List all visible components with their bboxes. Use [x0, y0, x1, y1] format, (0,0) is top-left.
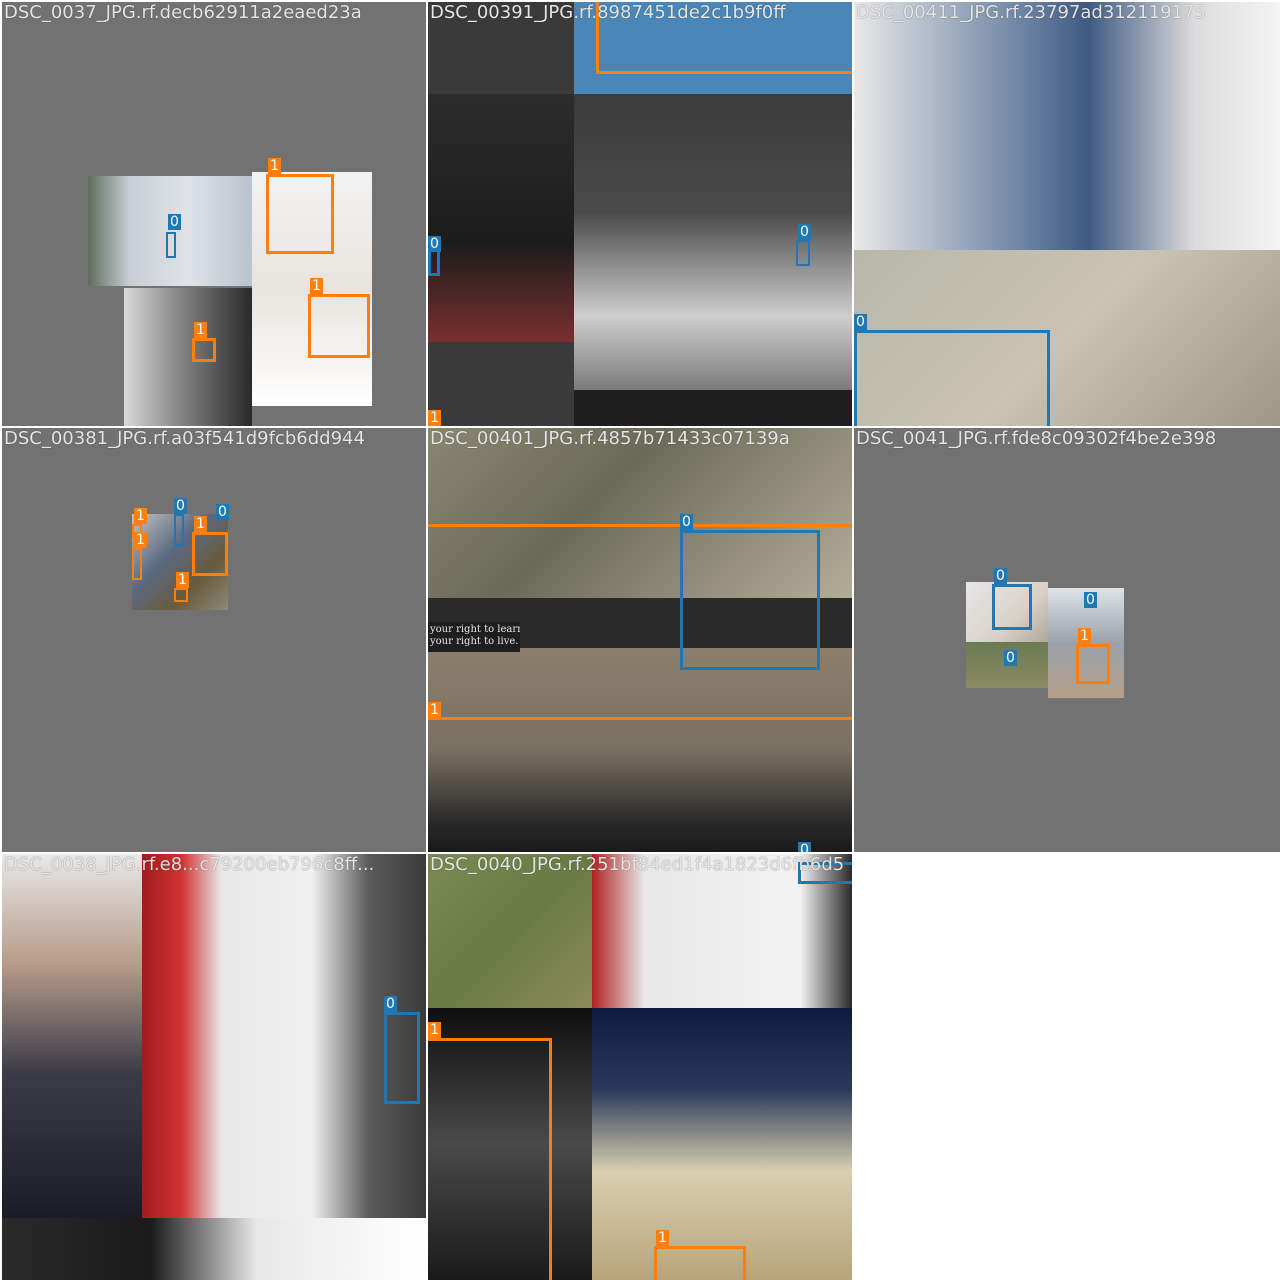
bbox-class-1: [428, 1038, 552, 1280]
tile-title: DSC_00401_JPG.rf.4857b71433c07139a: [430, 428, 790, 449]
bbox-class-0: [166, 232, 176, 258]
label-1: 1: [428, 1022, 441, 1038]
label-0: 0: [994, 568, 1007, 584]
mosaic-tile-4: DSC_00381_JPG.rf.a03f541d9fcb6dd944 1 1 …: [2, 428, 426, 852]
bbox-class-1: [1076, 644, 1110, 684]
label-1: 1: [1078, 628, 1091, 644]
label-1: 1: [310, 278, 323, 294]
tile-title: DSC_0038_JPG.rf.e8...c79200eb796c8ff...: [4, 854, 375, 875]
tile-title: DSC_00391_JPG.rf.8987451de2c1b9f0ff: [430, 2, 786, 23]
bbox-class-1: [308, 294, 370, 358]
office-photo: [88, 176, 254, 286]
parking-photo: [574, 94, 852, 390]
mosaic-tile-1: DSC_0037_JPG.rf.decb62911a2eaed23a 0 1 1…: [2, 2, 426, 426]
bbox-class-0: [796, 240, 810, 266]
bbox-class-1: [132, 548, 142, 580]
label-1: 1: [134, 532, 147, 548]
mosaic-tile-2: DSC_00391_JPG.rf.8987451de2c1b9f0ff 0 0 …: [428, 2, 852, 426]
label-0: 0: [216, 504, 229, 520]
label-0: 0: [428, 236, 441, 252]
mosaic-tile-3: DSC_00411_JPG.rf.23797ad312119175 0: [854, 2, 1280, 426]
label-0: 0: [174, 498, 187, 514]
label-0: 0: [680, 514, 693, 530]
man-black-shirt-photo: [428, 94, 574, 342]
blurred-face-photo: [2, 854, 142, 1218]
mosaic-tile-5: DSC_00401_JPG.rf.4857b71433c07139a your …: [428, 428, 852, 852]
label-1: 1: [428, 410, 441, 426]
label-1: 1: [194, 516, 207, 532]
tile-title: DSC_00411_JPG.rf.23797ad312119175: [856, 2, 1206, 23]
bbox-class-0: [384, 1012, 420, 1104]
mosaic-tile-6: DSC_0041_JPG.rf.fde8c09302f4be2e398 0 0 …: [854, 428, 1280, 852]
bbox-class-1: [266, 174, 334, 254]
label-1: 1: [656, 1230, 669, 1246]
label-0: 0: [1084, 592, 1097, 608]
label-0: 0: [168, 214, 181, 230]
bbox-class-1: [192, 338, 216, 362]
bottom-right-photo: [574, 390, 852, 426]
label-1: 1: [134, 508, 147, 524]
label-1: 1: [428, 702, 441, 718]
bbox-class-0: [854, 330, 1050, 426]
bbox-class-0: [174, 514, 184, 546]
label-0: 0: [384, 996, 397, 1012]
tile-title: DSC_0040_JPG.rf.251bf84ed1f4a1823d6fb6d5: [430, 854, 845, 875]
mosaic-tile-8: DSC_0040_JPG.rf.251bf84ed1f4a1823d6fb6d5…: [428, 854, 852, 1280]
bbox-class-1: [174, 588, 188, 602]
cctv-photo: [124, 288, 252, 426]
label-1: 1: [176, 572, 189, 588]
tile-title: DSC_00381_JPG.rf.a03f541d9fcb6dd944: [4, 428, 365, 449]
label-0: 0: [798, 224, 811, 240]
label-0: 0: [798, 842, 811, 852]
label-0: 0: [854, 314, 867, 330]
bbox-class-1: [654, 1246, 746, 1280]
tile-title: DSC_0037_JPG.rf.decb62911a2eaed23a: [4, 2, 362, 23]
label-0: 0: [1004, 650, 1017, 666]
building-photo: [592, 1008, 852, 1280]
bottom-dark-photo: [2, 1218, 426, 1280]
mosaic-tile-7: DSC_0038_JPG.rf.e8...c79200eb796c8ff... …: [2, 854, 426, 1280]
label-1: 1: [268, 158, 281, 174]
bottom-strip-photo: [428, 342, 574, 426]
camo-bullet-photo: [428, 854, 592, 1008]
label-1: 1: [194, 322, 207, 338]
bbox-class-0: [992, 584, 1032, 630]
tile-title: DSC_0041_JPG.rf.fde8c09302f4be2e398: [856, 428, 1217, 449]
jeans-photo: [854, 2, 1280, 250]
bbox-class-0: [680, 530, 820, 670]
bbox-class-1: [192, 532, 228, 576]
